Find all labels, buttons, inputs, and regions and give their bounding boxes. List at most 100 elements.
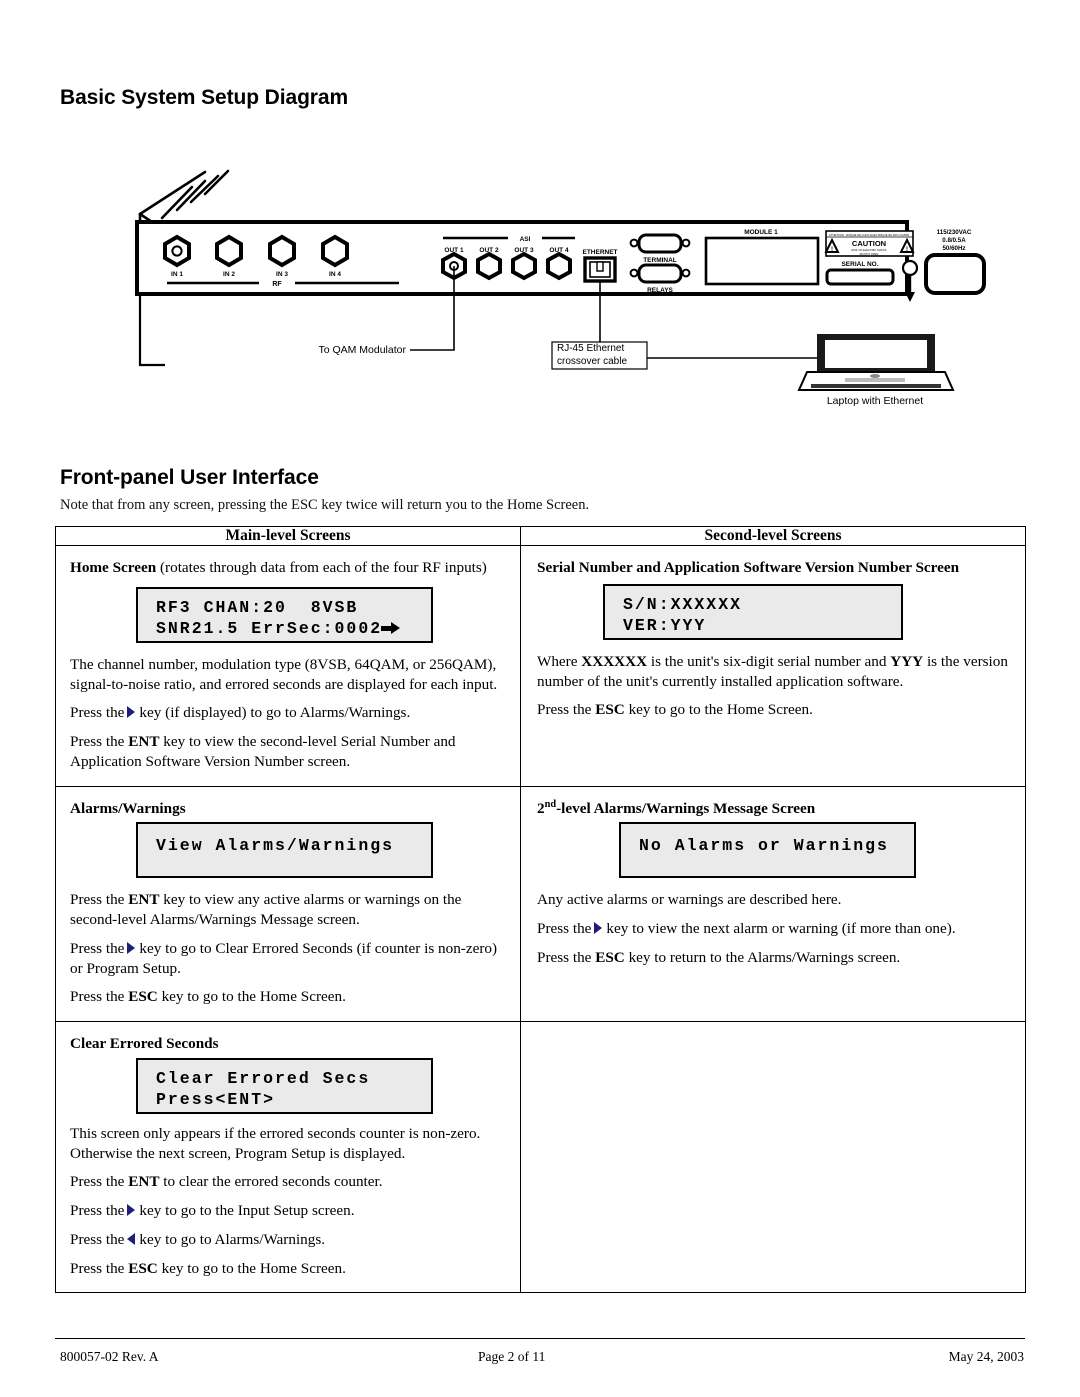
alarms-message-esc-key-instruction: Press the ESC key to return to the Alarm… — [537, 948, 1011, 968]
table-row-clear-errored-seconds: Clear Errored Seconds Clear Errored Secs… — [55, 1020, 1026, 1294]
module-1-bay: MODULE 1 — [704, 229, 820, 286]
svg-text:ETHERNET: ETHERNET — [582, 249, 617, 256]
footer-date: May 24, 2003 — [948, 1349, 1024, 1364]
lcd-no-alarms-line-1: No Alarms or Warnings — [639, 836, 889, 856]
esc-key-note: Note that from any screen, pressing the … — [60, 497, 590, 513]
right-arrow-icon — [381, 622, 401, 635]
serial-number-screen-title: Serial Number and Application Software V… — [537, 559, 960, 576]
serial-description-mid: is the unit's six-digit serial number an… — [650, 652, 887, 670]
table-row-alarms-warnings: Alarms/Warnings View Alarms/Warnings Pre… — [55, 785, 1026, 1022]
lcd-view-alarms-line-1: View Alarms/Warnings — [156, 836, 395, 856]
svg-text:115/230VAC: 115/230VAC — [937, 229, 972, 236]
press-the-label-7: Press the — [537, 920, 592, 937]
asi-output-4-connector: OUT 4 — [546, 247, 572, 281]
cell-clear-errored-seconds: Clear Errored Seconds Clear Errored Secs… — [55, 1020, 521, 1294]
alarms-right-key-instruction: Press the key to go to Clear Errored Seco… — [70, 939, 506, 979]
svg-text:IN 3: IN 3 — [276, 271, 288, 278]
svg-text:RF: RF — [272, 281, 282, 288]
press-the-label-4: Press the — [70, 891, 125, 909]
svg-text:MODULE 1: MODULE 1 — [744, 229, 778, 236]
alarms-ent-key-instruction: Press the ENT key to view any active ala… — [70, 890, 506, 930]
laptop-icon: Laptop with Ethernet — [797, 334, 955, 407]
svg-text:RELAYS: RELAYS — [647, 287, 673, 294]
right-key-triangle-icon-4 — [127, 1204, 136, 1216]
callout-rj45-crossover-cable: RJ-45 Ethernet crossover cable — [551, 341, 648, 370]
clear-ent-key-instruction: Press the ENT to clear the errored secon… — [70, 1172, 506, 1192]
right-key-triangle-icon-2 — [127, 941, 136, 954]
alarms-esc-key-instruction: Press the ESC key to go to the Home Scre… — [70, 987, 506, 1007]
lcd-clear-errored-seconds: Clear Errored Secs Press<ENT> — [136, 1057, 433, 1114]
svg-text:IN 4: IN 4 — [329, 271, 341, 278]
power-entry-module: 115/230VAC 0.8/0.5A 50/60Hz — [924, 229, 986, 295]
page-title-basic-system-setup-diagram: Basic System Setup Diagram — [60, 86, 349, 109]
footer-divider — [55, 1338, 1025, 1339]
lcd-home-line-2: SNR21.5 ErrSec:0002 — [156, 619, 383, 639]
lcd-sn-line-1: S/N:XXXXXX — [623, 594, 743, 614]
ethernet-port: ETHERNET — [582, 249, 618, 283]
svg-text:To QAM Modulator: To QAM Modulator — [318, 344, 406, 356]
press-the-label-10: Press the — [70, 1202, 125, 1219]
esc-key-instruction-text-2: key to go to the Home Screen. — [161, 988, 346, 1006]
right-key-triangle-icon — [127, 706, 136, 719]
cell-alarms-message-screen: 2nd-level Alarms/Warnings Message Screen… — [520, 785, 1026, 1022]
alarms-warnings-title: Alarms/Warnings — [70, 799, 186, 817]
cell-alarms-warnings: Alarms/Warnings View Alarms/Warnings Pre… — [55, 785, 521, 1022]
column-header-second-level: Second-level Screens — [520, 526, 1026, 546]
callout-qam-modulator: To QAM Modulator — [318, 344, 406, 356]
lcd-clear-line-2: Press<ENT> — [156, 1090, 276, 1110]
lcd-no-alarms-or-warnings: No Alarms or Warnings — [619, 822, 916, 879]
esc-key-instruction-text-4: key to go to the Home Screen. — [161, 1259, 346, 1277]
ent-key-label-1: ENT — [128, 733, 160, 750]
lcd-serial-number-screen: S/N:XXXXXX VER:YYY — [603, 583, 903, 640]
press-the-label-9: Press the — [70, 1173, 125, 1191]
serial-number-esc-instruction: Press the ESC key to go to the Home Scre… — [537, 700, 1011, 720]
serial-number-description: Where XXXXXX is the unit's six-digit ser… — [537, 652, 1011, 692]
svg-text:0.8/0.5A: 0.8/0.5A — [942, 237, 966, 244]
svg-text:SERIAL NO.: SERIAL NO. — [841, 261, 878, 268]
press-the-label-6: Press the — [70, 988, 125, 1006]
serial-placeholder: XXXXXX — [581, 652, 648, 670]
clear-ent-instruction-text: to clear the errored seconds counter. — [163, 1173, 383, 1191]
svg-text:crossover cable: crossover cable — [557, 356, 627, 367]
cell-home-screen: Home Screen (rotates through data from e… — [55, 545, 521, 787]
table-header-row: Main-level Screens Second-level Screens — [55, 526, 1026, 546]
svg-text:TERMINAL: TERMINAL — [643, 257, 677, 264]
esc-key-instruction-text-1: key to go to the Home Screen. — [628, 701, 813, 719]
home-screen-ent-key-instruction: Press the ENT key to view the second-lev… — [70, 732, 506, 772]
front-panel-screens-table: Main-level Screens Second-level Screens … — [55, 526, 1026, 1294]
press-the-label-1: Press the — [70, 704, 125, 722]
svg-text:DO NOT OPEN: DO NOT OPEN — [860, 252, 879, 256]
version-placeholder: YYY — [890, 652, 924, 670]
clear-right-instruction-text: key to go to the Input Setup screen. — [139, 1202, 355, 1219]
alarms-message-description: Any active alarms or warnings are descri… — [537, 891, 842, 909]
footer-document-number: 800057-02 Rev. A — [60, 1349, 159, 1364]
svg-text:RJ-45 Ethernet: RJ-45 Ethernet — [557, 343, 624, 354]
esc-key-label-4: ESC — [128, 1259, 158, 1277]
clear-left-instruction-text: key to go to Alarms/Warnings. — [139, 1230, 326, 1248]
asi-output-3-connector: OUT 3 — [511, 247, 537, 281]
home-screen-title-bold: Home Screen — [70, 559, 157, 576]
svg-text:ATTENTION : RISQUE DE CHOC ELE: ATTENTION : RISQUE DE CHOC ELECTRIQUE NE… — [829, 233, 909, 237]
press-the-label-8: Press the — [537, 948, 592, 966]
home-screen-right-key-instruction: Press the key (if displayed) to go to Ala… — [70, 703, 506, 723]
alarms-message-right-instruction-text: key to view the next alarm or warning (i… — [606, 920, 956, 937]
svg-text:RISK OF ELECTRIC SHOCK: RISK OF ELECTRIC SHOCK — [851, 248, 886, 252]
alarms-message-screen-title: 2nd-level Alarms/Warnings Message Screen — [537, 799, 1011, 819]
ent-key-label-2: ENT — [128, 891, 160, 909]
esc-key-instruction-text-3: key to return to the Alarms/Warnings scr… — [628, 948, 901, 966]
clear-esc-key-instruction: Press the ESC key to go to the Home Scre… — [70, 1259, 506, 1279]
svg-text:!: ! — [831, 247, 833, 253]
clear-left-key-instruction: Press the key to go to Alarms/Warnings. — [70, 1230, 506, 1250]
esc-key-label-2: ESC — [128, 988, 158, 1006]
esc-key-label-1: ESC — [595, 701, 625, 719]
level-number: 2 — [537, 799, 545, 817]
right-key-instruction-text: key (if displayed) to go to Alarms/Warni… — [139, 704, 411, 722]
svg-text:50/60Hz: 50/60Hz — [942, 245, 965, 252]
lcd-sn-line-2: VER:YYY — [623, 616, 707, 636]
home-screen-description: The channel number, modulation type (8VS… — [70, 655, 498, 693]
asi-output-2-connector: OUT 2 — [476, 247, 502, 281]
lcd-view-alarms-warnings: View Alarms/Warnings — [136, 822, 433, 879]
lcd-home-screen: RF3 CHAN:20 8VSB SNR21.5 ErrSec:0002 — [136, 586, 433, 643]
esc-key-label-3: ESC — [595, 948, 625, 966]
lcd-clear-line-1: Clear Errored Secs — [156, 1068, 371, 1088]
